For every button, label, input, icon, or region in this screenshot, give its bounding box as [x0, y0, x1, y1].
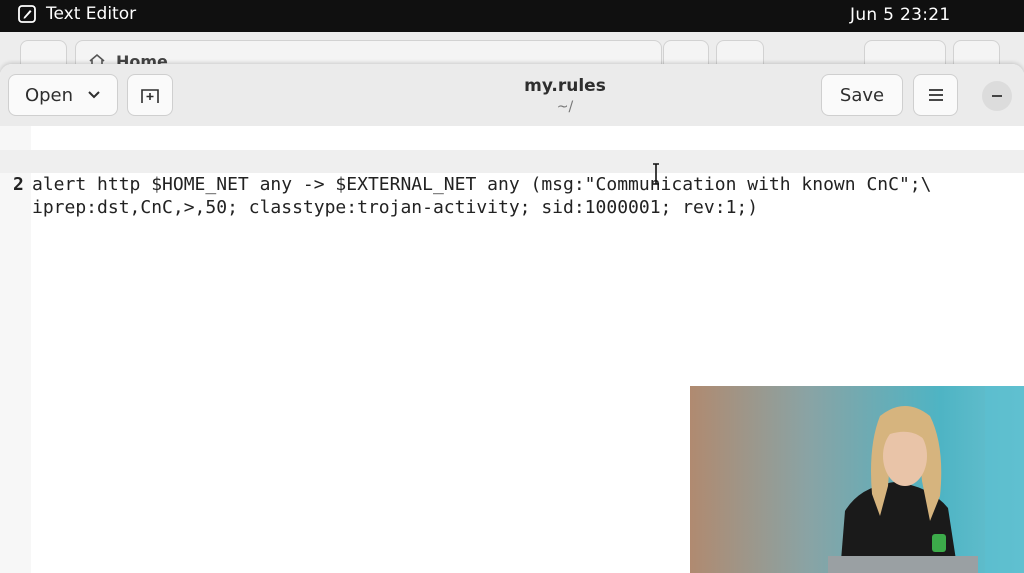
webcam-overlay	[690, 386, 1024, 573]
minimize-button[interactable]	[982, 81, 1012, 111]
text-line[interactable]: 1 alert http $HOME_NET any -> $EXTERNAL_…	[0, 127, 1024, 195]
top-bar: Text Editor Jun 5 23:21	[0, 0, 1024, 32]
save-button-label: Save	[839, 84, 885, 106]
clock[interactable]: Jun 5 23:21	[850, 5, 950, 25]
text-cursor-icon	[653, 163, 659, 185]
line-number: 2	[13, 174, 24, 195]
menu-button[interactable]	[913, 74, 958, 116]
active-app-name: Text Editor	[46, 4, 137, 24]
minimize-icon	[992, 95, 1002, 97]
line-text[interactable]: alert http $HOME_NET any -> $EXTERNAL_NE…	[32, 173, 931, 196]
active-app-menu[interactable]: Text Editor	[18, 4, 136, 24]
text-editor-icon	[18, 5, 36, 23]
line-text[interactable]: iprep:dst,CnC,>,50; classtype:trojan-act…	[32, 196, 758, 219]
header-bar: Open my.rules ~/ Save	[0, 64, 1024, 127]
current-text-line[interactable]: 2 iprep:dst,CnC,>,50; classtype:trojan-a…	[0, 150, 1024, 218]
save-button[interactable]: Save	[821, 74, 903, 116]
hamburger-menu-icon	[928, 89, 943, 101]
